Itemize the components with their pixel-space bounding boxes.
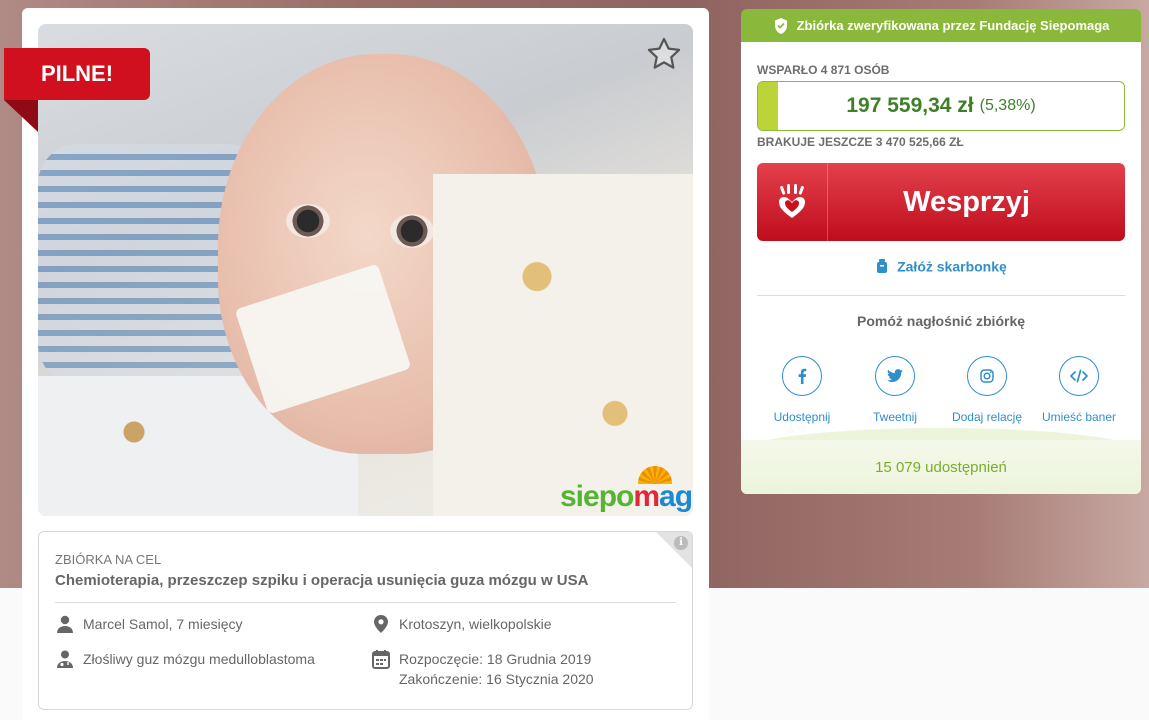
logo-text-part: aga bbox=[659, 480, 693, 513]
person-icon bbox=[55, 614, 75, 634]
divider bbox=[757, 295, 1125, 296]
facebook-icon bbox=[798, 368, 807, 384]
urgent-badge: PILNE! bbox=[4, 48, 150, 100]
shield-icon bbox=[774, 17, 787, 34]
donate-label: Wesprzyj bbox=[903, 185, 1030, 218]
goal-title: Chemioterapia, przeszczep szpiku i opera… bbox=[55, 572, 589, 589]
urgent-badge-label: PILNE! bbox=[40, 61, 114, 86]
goal-info-card: i ZBIÓRKA NA CEL Chemioterapia, przeszcz… bbox=[38, 531, 693, 710]
info-corner bbox=[656, 532, 692, 568]
doctor-icon bbox=[55, 649, 75, 669]
facebook-icon-circle bbox=[782, 356, 822, 396]
siepomaga-logo: siepomaga bbox=[560, 466, 693, 514]
instagram-icon-circle bbox=[967, 356, 1007, 396]
location-text: Krotoszyn, wielkopolskie bbox=[399, 616, 552, 632]
goal-label: ZBIÓRKA NA CEL bbox=[55, 552, 162, 567]
piggy-bank-label: Załóż skarbonkę bbox=[897, 258, 1007, 275]
location-fact: Krotoszyn, wielkopolskie bbox=[371, 614, 552, 634]
logo-text-part: m bbox=[633, 480, 660, 513]
donation-panel: WSPARŁO 4 871 OSÓB 197 559,34 zł (5,38%)… bbox=[741, 42, 1141, 494]
shares-counter: 15 079 udostępnień bbox=[741, 440, 1141, 494]
diagnosis-text: Złośliwy guz mózgu medulloblastoma bbox=[83, 651, 315, 667]
piggy-bank-icon bbox=[877, 259, 888, 274]
map-pin-icon bbox=[371, 614, 391, 634]
dates-text: Rozpoczęcie: 18 Grudnia 2019 Zakończenie… bbox=[399, 649, 594, 689]
dates-fact: Rozpoczęcie: 18 Grudnia 2019 Zakończenie… bbox=[371, 649, 594, 689]
logo-text-part: siepo bbox=[560, 480, 634, 513]
verification-text: Zbiórka zweryfikowana przez Fundację Sie… bbox=[796, 18, 1110, 33]
embed-banner-button[interactable]: Umieść baner bbox=[1024, 356, 1134, 424]
favorite-button[interactable] bbox=[644, 34, 684, 74]
supporters-count: WSPARŁO 4 871 OSÓB bbox=[757, 63, 890, 77]
verification-banner: Zbiórka zweryfikowana przez Fundację Sie… bbox=[741, 9, 1141, 42]
beneficiary-fact: Marcel Samol, 7 miesięcy bbox=[55, 614, 243, 634]
shares-count: 15 079 udostępnień bbox=[875, 458, 1007, 476]
twitter-icon-circle bbox=[875, 356, 915, 396]
raised-percent: (5,38%) bbox=[979, 97, 1036, 114]
code-icon bbox=[1070, 369, 1088, 383]
embed-banner-label: Umieść baner bbox=[1041, 410, 1117, 424]
divider bbox=[55, 602, 676, 603]
end-date: Zakończenie: 16 Stycznia 2020 bbox=[399, 671, 594, 687]
raised-amount: 197 559,34 zł bbox=[846, 94, 974, 117]
star-icon bbox=[647, 37, 681, 69]
missing-amount: BRAKUJE JESZCZE 3 470 525,66 ZŁ bbox=[757, 135, 964, 149]
code-icon-circle bbox=[1059, 356, 1099, 396]
beneficiary-name: Marcel Samol, 7 miesięcy bbox=[83, 616, 243, 632]
progress-text: 197 559,34 zł (5,38%) bbox=[758, 82, 1124, 130]
promote-title: Pomóż nagłośnić zbiórkę bbox=[856, 313, 1026, 329]
twitter-icon bbox=[887, 369, 903, 382]
photo-eye-right bbox=[390, 214, 434, 248]
diagnosis-fact: Złośliwy guz mózgu medulloblastoma bbox=[55, 649, 315, 669]
start-date: Rozpoczęcie: 18 Grudnia 2019 bbox=[399, 651, 592, 667]
instagram-icon bbox=[980, 369, 994, 383]
urgent-badge-fold bbox=[4, 100, 38, 132]
calendar-icon bbox=[371, 649, 391, 669]
photo-eye-left bbox=[286, 204, 330, 238]
progress-bar: 197 559,34 zł (5,38%) bbox=[757, 81, 1125, 131]
photo-blanket bbox=[433, 174, 693, 516]
hand-heart-icon bbox=[757, 163, 828, 241]
donate-button[interactable]: Wesprzyj bbox=[757, 163, 1125, 241]
info-icon[interactable]: i bbox=[674, 536, 688, 550]
create-piggy-bank-link[interactable]: Załóż skarbonkę bbox=[741, 257, 1141, 274]
